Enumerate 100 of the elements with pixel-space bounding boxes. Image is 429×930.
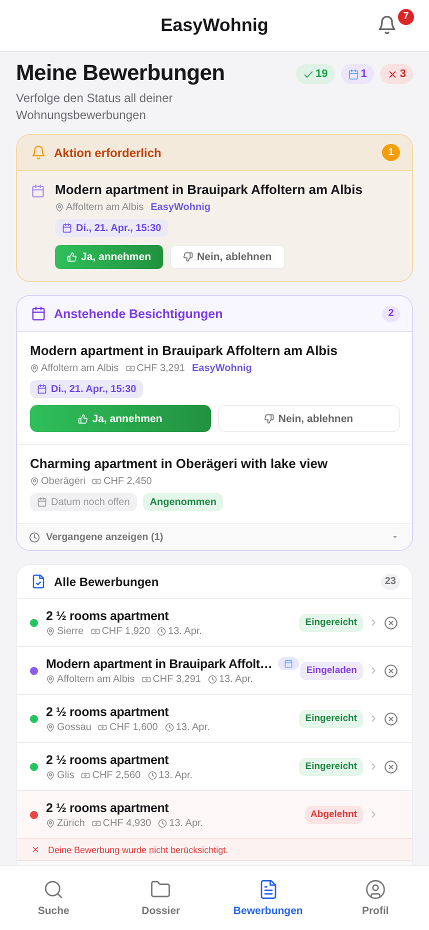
- location-text: Glis: [57, 770, 74, 780]
- banknote-icon: [98, 722, 108, 732]
- location-icon: [30, 477, 39, 486]
- date-text: 13. Apr.: [169, 818, 204, 828]
- application-row[interactable]: 2 ½ rooms apartment Gossau CHF 1,600 13. Apr. Eingereicht: [17, 695, 412, 743]
- price-text: CHF 2,450: [103, 476, 152, 487]
- agency-link[interactable]: EasyWohnig: [150, 202, 210, 213]
- accept-button[interactable]: Ja, annehmen: [55, 245, 164, 269]
- badge-count: 3: [400, 68, 406, 80]
- calendar-icon: [37, 497, 47, 507]
- profile-icon: [364, 879, 386, 900]
- search-icon: [43, 879, 64, 900]
- listing-title: Modern apartment in Brauipark Affolt…: [46, 656, 272, 670]
- banknote-icon: [81, 770, 90, 780]
- location-icon: [46, 626, 55, 636]
- location-text: Gossau: [57, 722, 92, 732]
- decline-button[interactable]: Nein, ablehnen: [170, 245, 285, 269]
- date-text: 13. Apr.: [168, 626, 202, 636]
- notification-badge: 7: [398, 9, 414, 25]
- date-chip: Datum noch offen: [30, 493, 137, 511]
- location-icon: [46, 674, 55, 684]
- location-text: Affoltern am Albis: [57, 674, 135, 684]
- date-chip: Di., 21. Apr., 15:30: [55, 219, 168, 237]
- location-icon: [30, 364, 39, 373]
- calendar-icon: [31, 306, 46, 321]
- cross-icon: [386, 68, 398, 80]
- badge-count: 1: [360, 68, 367, 80]
- location-text: Zürich: [57, 818, 85, 828]
- app-title: EasyWohnig: [160, 15, 268, 36]
- clock-icon: [148, 770, 157, 780]
- calendar-icon: [348, 68, 359, 80]
- location-text: Sierre: [57, 626, 84, 636]
- thumbs-down-icon: [264, 414, 274, 424]
- status-label: Eingereicht: [299, 758, 363, 776]
- banknote-icon: [142, 674, 151, 684]
- withdraw-button[interactable]: [384, 664, 398, 678]
- nav-tab[interactable]: Dossier: [107, 866, 214, 930]
- thumbs-up-icon: [78, 414, 88, 424]
- location-icon: [55, 203, 64, 212]
- page-title: Meine Bewerbungen: [16, 60, 225, 86]
- clock-icon: [158, 818, 168, 828]
- location-text: Oberägeri: [41, 476, 86, 487]
- listing-title: Charming apartment in Oberägeri with lake view: [30, 455, 329, 473]
- bell-icon: [31, 145, 46, 160]
- price-text: CHF 2,560: [92, 770, 141, 780]
- price-text: CHF 3,291: [152, 674, 201, 684]
- withdraw-button[interactable]: [384, 712, 398, 726]
- close-icon: [384, 712, 398, 726]
- status-label: Eingereicht: [299, 710, 363, 728]
- page-subtitle: Verfolge den Status all deiner Wohnungsbewerbungen: [16, 90, 174, 124]
- section-title: Alle Bewerbungen: [54, 574, 160, 588]
- rejection-message: Deine Bewerbung wurde nicht berücksichtigt.: [48, 844, 228, 854]
- count-badge: 1: [382, 144, 400, 161]
- clock-icon: [157, 626, 166, 636]
- section-title: Anstehende Besichtigungen: [54, 306, 224, 320]
- listing-title: 2 ½ rooms apartment: [46, 800, 169, 814]
- clock-icon: [29, 532, 40, 542]
- status-label: Eingereicht: [299, 614, 363, 632]
- close-icon: [384, 664, 398, 678]
- banknote-icon: [126, 364, 135, 373]
- past-viewings-toggle[interactable]: Vergangene anzeigen (1): [17, 524, 412, 550]
- decline-button[interactable]: Nein, ablehnen: [218, 405, 400, 432]
- price-text: CHF 1,600: [109, 722, 158, 732]
- listing-title: 2 ½ rooms apartment: [46, 752, 169, 766]
- nav-tab[interactable]: Profil: [322, 866, 429, 930]
- listing-title: 2 ½ rooms apartment: [46, 608, 169, 622]
- calendar-icon: [284, 659, 294, 668]
- location-text: Affoltern am Albis: [41, 363, 119, 374]
- document-icon: [31, 574, 46, 589]
- withdraw-button[interactable]: [384, 760, 398, 774]
- application-row[interactable]: 2 ½ rooms apartment Zürich CHF 4,930 13. Apr. Abgelehnt: [17, 791, 412, 839]
- close-icon: [384, 616, 398, 630]
- location-icon: [46, 770, 55, 780]
- calendar-icon: [62, 223, 72, 233]
- location-icon: [46, 722, 55, 732]
- banknote-icon: [92, 818, 101, 828]
- calendar-icon: [31, 184, 45, 198]
- accept-button[interactable]: Ja, annehmen: [30, 405, 210, 432]
- count-badge: 2: [382, 306, 400, 322]
- nav-tab[interactable]: Bewerbungen: [214, 866, 322, 930]
- withdraw-button[interactable]: [384, 616, 398, 630]
- price-text: CHF 1,920: [102, 626, 150, 636]
- thumbs-up-icon: [67, 252, 77, 262]
- badge-count: 19: [316, 68, 328, 80]
- nav-tab[interactable]: Suche: [0, 866, 108, 930]
- check-icon: [302, 68, 314, 80]
- application-row[interactable]: Modern apartment in Brauipark Affolt… Affoltern am Albis CHF 3,291 13. Apr. Eingeladen: [17, 647, 412, 695]
- bell-icon: [377, 14, 397, 34]
- agency-link[interactable]: EasyWohnig: [192, 363, 252, 374]
- application-row[interactable]: 2 ½ rooms apartment Sierre CHF 1,920 13. Apr. Eingereicht: [17, 599, 412, 647]
- listing-title: Modern apartment in Brauipark Affoltern am Albis: [55, 181, 364, 199]
- count-badge: 23: [380, 574, 400, 590]
- location-icon: [46, 818, 55, 828]
- clock-icon: [208, 674, 217, 684]
- section-title: Aktion erforderlich: [54, 146, 162, 160]
- status-label: Eingeladen: [300, 662, 363, 680]
- location-text: Affoltern am Albis: [66, 202, 144, 213]
- date-text: 13. Apr.: [219, 674, 253, 684]
- price-text: CHF 4,930: [102, 818, 152, 828]
- banknote-icon: [92, 477, 102, 486]
